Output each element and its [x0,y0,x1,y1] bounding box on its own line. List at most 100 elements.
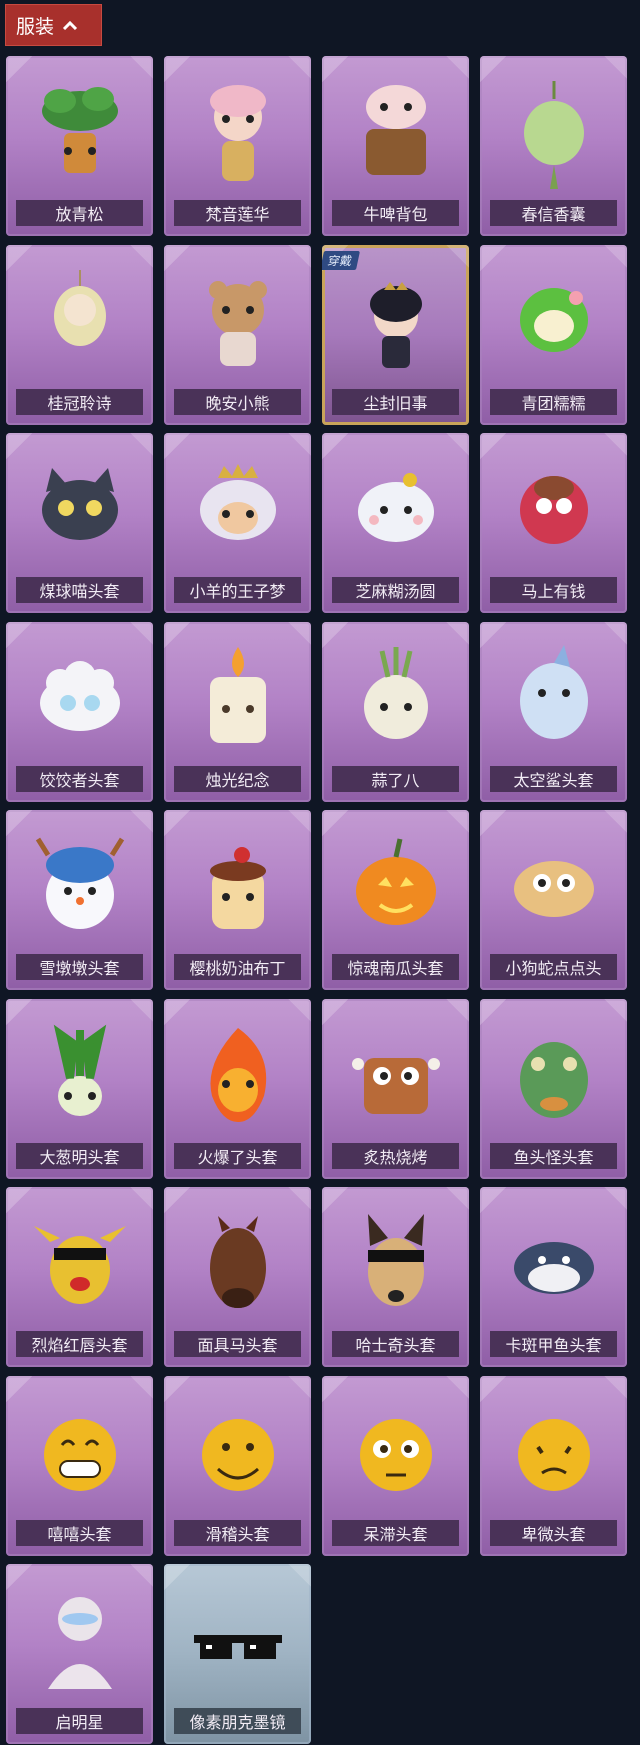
outfit-item-card[interactable]: 青团糯糯 [480,244,627,425]
outfit-item-card[interactable]: 小狗蛇点点头 [480,810,627,990]
smirk-emoji-head-icon [164,1386,311,1516]
cow-barrel-backpack-icon [322,66,469,196]
outfit-item-label: 梵音莲华 [174,200,301,226]
outfit-item-label: 滑稽头套 [174,1519,301,1546]
scallion-head-icon [6,1009,153,1139]
outfit-item-card[interactable]: 放青松 [6,56,153,236]
dumpling-cloud-head-icon [6,632,153,762]
outfit-item-card[interactable]: 牛啤背包 [322,56,469,236]
sausage-head-icon [322,1009,469,1139]
snowman-head-icon [6,820,153,950]
outfit-item-card[interactable]: 像素朋克墨镜 [164,1564,311,1744]
fire-head-icon [164,1009,311,1139]
outfit-item-label: 放青松 [16,200,143,226]
dumpling-head-icon [322,443,469,573]
outfit-item-card[interactable]: 小羊的王子梦 [164,433,311,613]
outfit-item-card[interactable]: 马上有钱 [480,433,627,613]
bear-charm-icon [164,255,311,385]
chevron-up-icon [62,20,78,30]
outfit-item-card[interactable]: 火爆了头套 [164,998,311,1179]
pumpkin-head-icon [322,820,469,950]
outfit-item-card[interactable]: 太空鲨头套 [480,621,627,802]
outfit-item-card[interactable]: 雪墩墩头套 [6,810,153,990]
outfit-item-card[interactable]: 烛光纪念 [164,621,311,802]
outfit-item-card[interactable]: 启明星 [6,1564,153,1744]
yellow-lips-head-icon [6,1197,153,1327]
laurel-charm-icon [6,255,153,385]
garlic-head-icon [322,632,469,762]
doll-charm-icon [322,255,469,385]
outfit-item-label: 马上有钱 [490,577,617,603]
outfit-item-label: 饺饺者头套 [16,765,143,792]
outfit-item-card[interactable]: 蒜了八 [322,621,469,802]
outfit-item-label: 晚安小熊 [174,388,301,415]
outfit-item-label: 像素朋克墨镜 [174,1708,301,1734]
outfit-item-card[interactable]: 卡斑甲鱼头套 [480,1187,627,1367]
outfit-item-label: 尘封旧事 [332,388,459,415]
outfit-item-label: 鱼头怪头套 [490,1142,617,1169]
candle-head-icon [164,632,311,762]
outfit-item-label: 卑微头套 [490,1519,617,1546]
humble-emoji-head-icon [480,1386,627,1516]
pale-figure-icon [6,1574,153,1704]
outfit-item-label: 雪墩墩头套 [16,954,143,980]
outfit-item-label: 卡斑甲鱼头套 [490,1331,617,1357]
outfit-item-label: 火爆了头套 [174,1142,301,1169]
green-sachet-icon [480,66,627,196]
outfit-item-label: 太空鲨头套 [490,765,617,792]
outfit-item-card[interactable]: 樱桃奶油布丁 [164,810,311,990]
pixel-sunglasses-icon [164,1574,311,1704]
outfit-item-label: 小狗蛇点点头 [490,954,617,980]
outfit-item-card[interactable]: 滑稽头套 [164,1375,311,1556]
outfit-item-card[interactable]: 晚安小熊 [164,244,311,425]
outfit-item-card[interactable]: 炙热烧烤 [322,998,469,1179]
outfit-item-label: 惊魂南瓜头套 [332,954,459,980]
outfit-item-label: 芝麻糊汤圆 [332,577,459,603]
horse-mask-head-icon [164,1197,311,1327]
outfit-item-label: 春信香囊 [490,200,617,226]
outfit-item-label: 小羊的王子梦 [174,577,301,603]
outfit-item-card[interactable]: 呆滞头套 [322,1375,469,1556]
husky-head-icon [322,1197,469,1327]
outfit-item-card[interactable]: 哈士奇头套 [322,1187,469,1367]
outfit-item-label: 面具马头套 [174,1331,301,1357]
outfit-item-card[interactable]: 春信香囊 [480,56,627,236]
outfit-item-card[interactable]: 穿戴尘封旧事 [322,244,469,425]
outfit-item-card[interactable]: 煤球喵头套 [6,433,153,613]
stare-emoji-head-icon [322,1386,469,1516]
worn-badge: 穿戴 [322,250,361,270]
black-cat-head-icon [6,443,153,573]
pudding-head-icon [164,820,311,950]
outfit-item-label: 哈士奇头套 [332,1331,459,1357]
fish-head-icon [480,1009,627,1139]
outfit-item-label: 樱桃奶油布丁 [174,954,301,980]
outfit-item-card[interactable]: 面具马头套 [164,1187,311,1367]
outfit-item-card[interactable]: 梵音莲华 [164,56,311,236]
outfit-item-card[interactable]: 惊魂南瓜头套 [322,810,469,990]
outfit-item-label: 启明星 [16,1708,143,1734]
outfit-item-card[interactable]: 饺饺者头套 [6,621,153,802]
outfit-item-card[interactable]: 卑微头套 [480,1375,627,1556]
outfit-item-card[interactable]: 芝麻糊汤圆 [322,433,469,613]
bonsai-pine-icon [6,66,153,196]
outfit-section-toggle[interactable]: 服装 [5,4,102,46]
outfit-item-label: 炙热烧烤 [332,1142,459,1169]
green-rice-ball-icon [480,255,627,385]
outfit-item-label: 嘻嘻头套 [16,1519,143,1546]
outfit-item-label: 牛啤背包 [332,200,459,226]
outfit-item-card[interactable]: 桂冠聆诗 [6,244,153,425]
outfit-item-label: 桂冠聆诗 [16,388,143,415]
sheep-crown-head-icon [164,443,311,573]
shark-head-icon [480,632,627,762]
outfit-item-label: 煤球喵头套 [16,577,143,603]
outfit-item-card[interactable]: 鱼头怪头套 [480,998,627,1179]
character-pendant-icon [164,66,311,196]
outfit-item-label: 青团糯糯 [490,388,617,415]
outfit-item-label: 大葱明头套 [16,1142,143,1169]
outfit-item-label: 烛光纪念 [174,765,301,792]
snake-head-icon [480,820,627,950]
outfit-item-card[interactable]: 烈焰红唇头套 [6,1187,153,1367]
outfit-item-card[interactable]: 嘻嘻头套 [6,1375,153,1556]
outfit-item-card[interactable]: 大葱明头套 [6,998,153,1179]
outfit-item-label: 烈焰红唇头套 [16,1331,143,1357]
